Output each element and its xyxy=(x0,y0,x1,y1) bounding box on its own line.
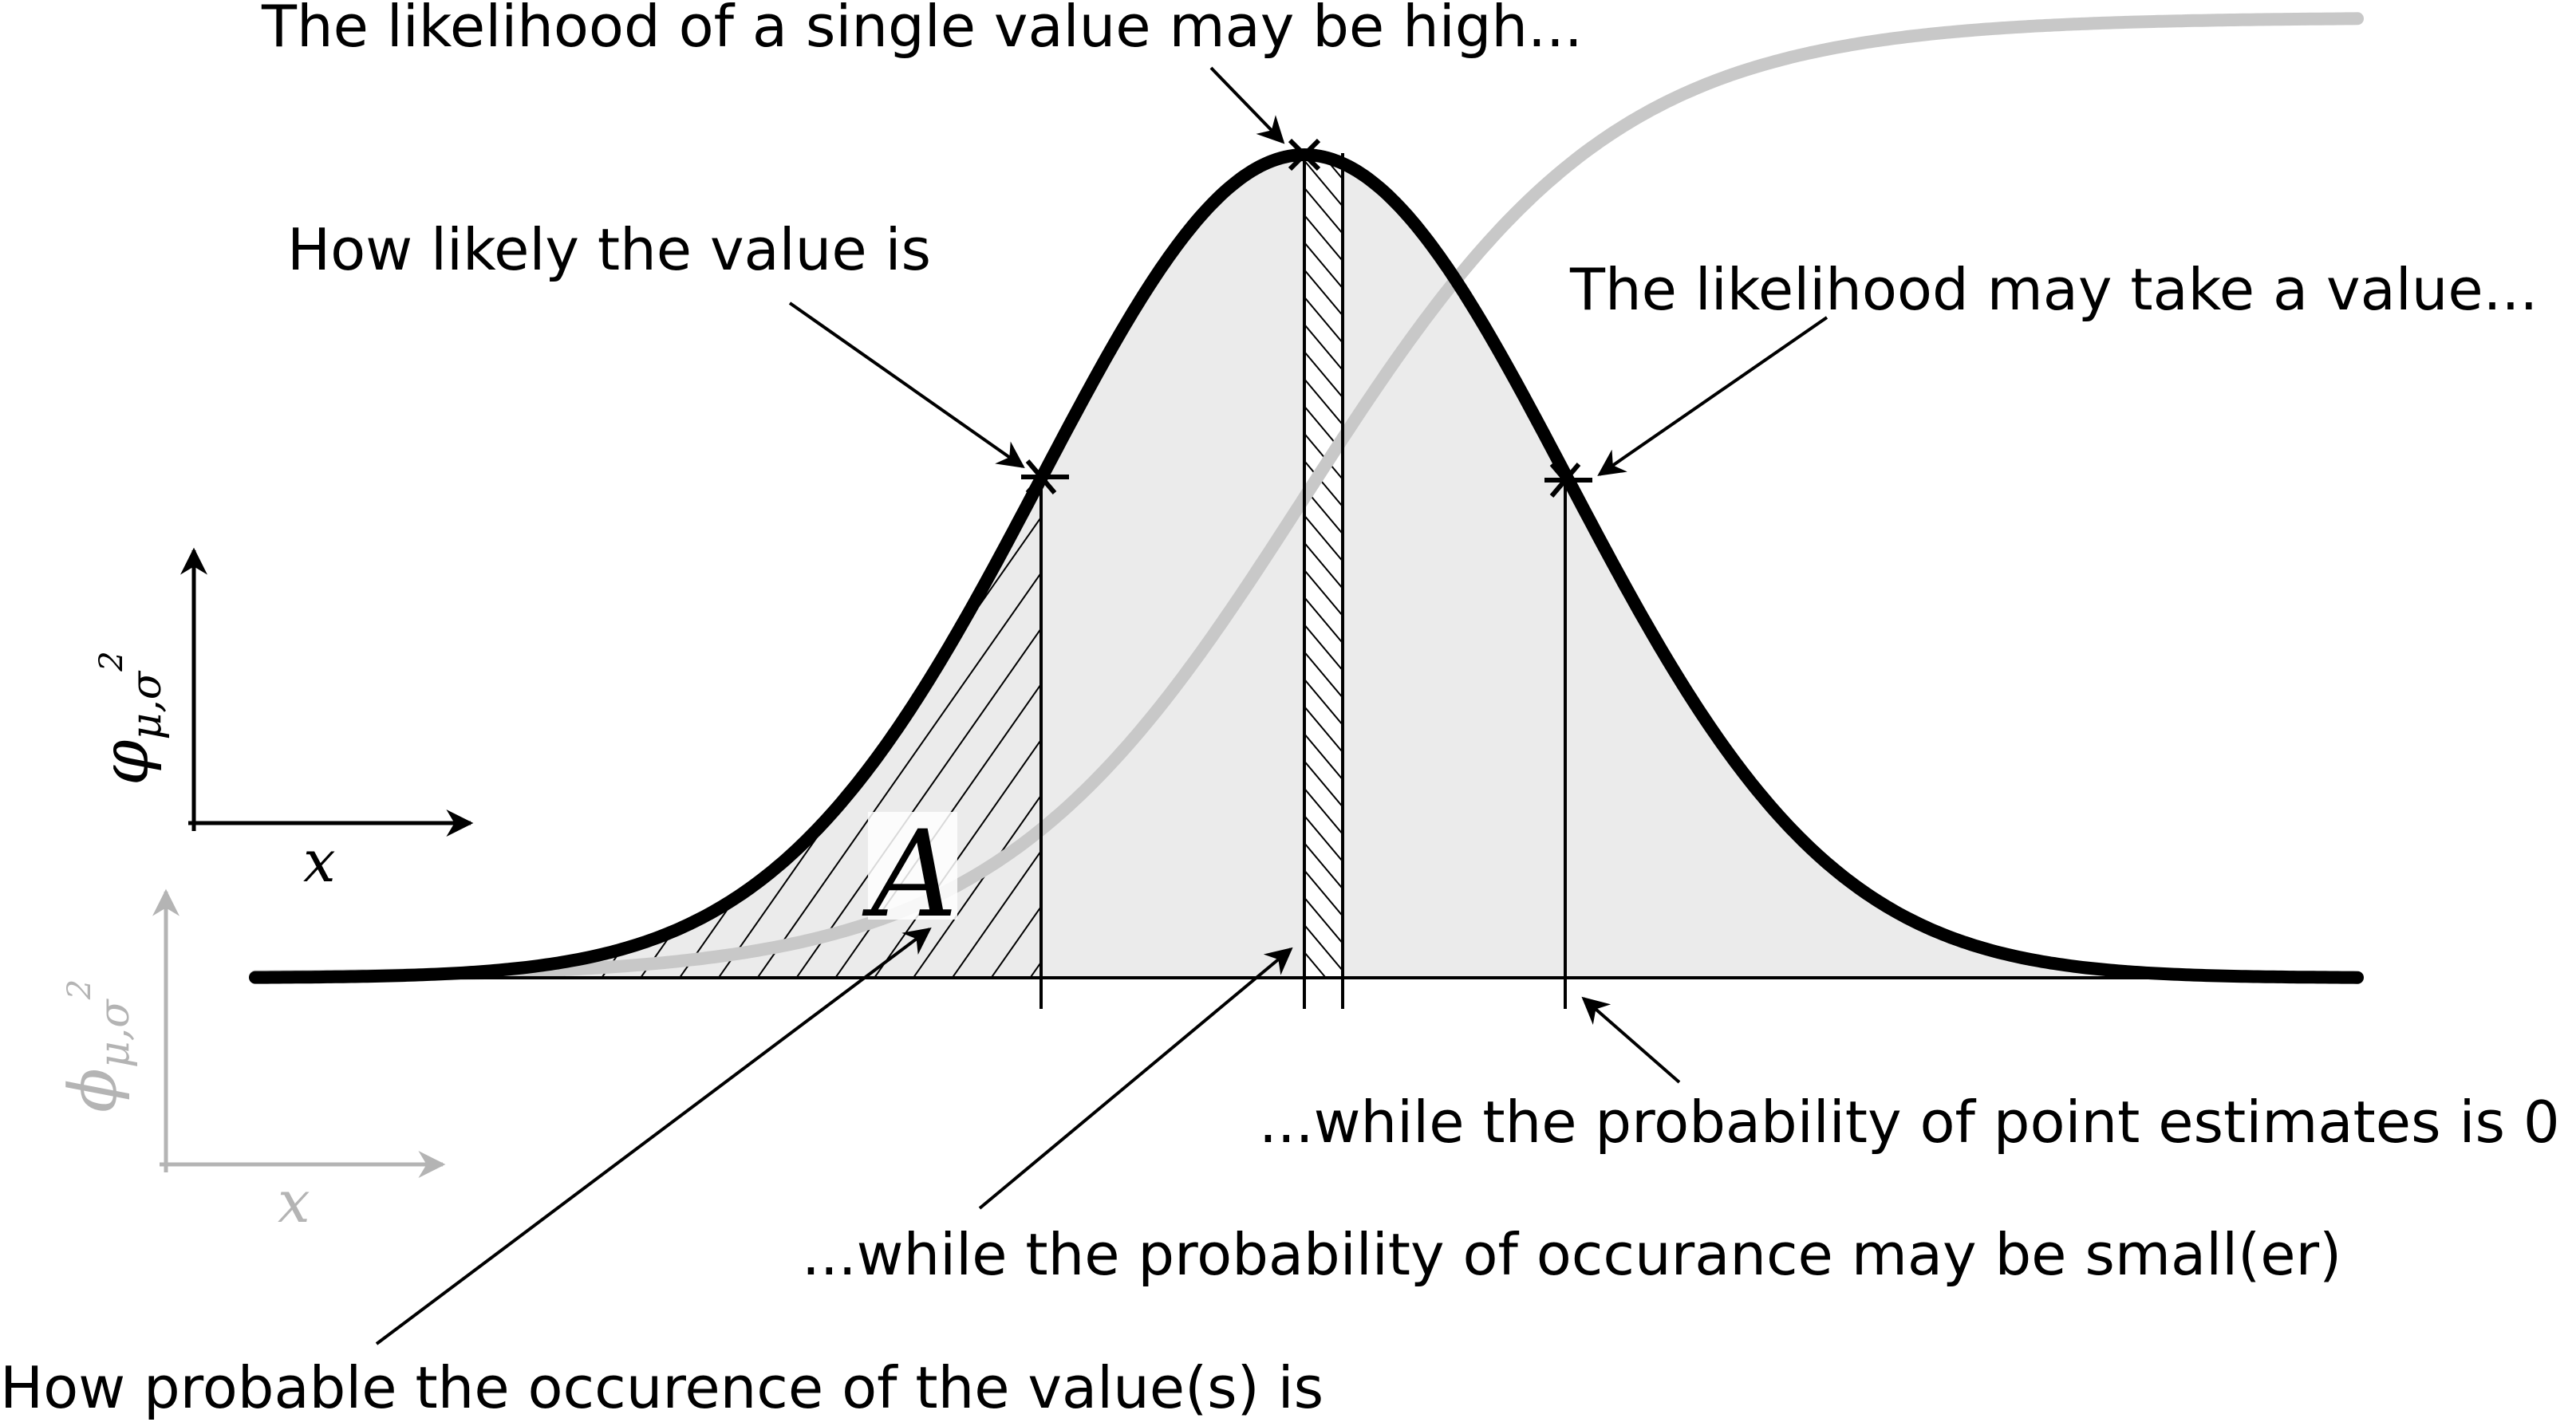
annotation-small: ...while the probability of occurance ma… xyxy=(802,1221,2341,1288)
cdf-axes: x ϕμ,σ2 xyxy=(56,888,446,1235)
arrow-small xyxy=(978,947,1293,1210)
pdf-x-axis-label: x xyxy=(303,828,336,895)
svg-text:φμ,σ2: φμ,σ2 xyxy=(88,651,171,786)
pdf-y-axis-label: φμ,σ2 xyxy=(88,651,171,786)
cdf-x-axis-label: x xyxy=(278,1168,310,1235)
normal-distribution-diagram: A x φμ,σ2 x ϕμ,σ2 The likelihood of a si… xyxy=(0,0,2560,1421)
annotation-top: The likelihood of a single value may be … xyxy=(261,0,1583,60)
annotation-right: The likelihood may take a value... xyxy=(1569,256,2538,323)
annotation-point-estimates: ...while the probability of point estima… xyxy=(1259,1089,2560,1156)
pdf-axes: x φμ,σ2 xyxy=(88,547,474,895)
cdf-y-axis-label: ϕμ,σ2 xyxy=(56,979,139,1113)
annotation-bottom: How probable the occurence of the value(… xyxy=(0,1354,1324,1421)
arrow-right xyxy=(1597,316,1828,476)
arrow-left xyxy=(788,301,1025,468)
svg-text:ϕμ,σ2: ϕμ,σ2 xyxy=(56,979,139,1113)
annotation-left: How likely the value is xyxy=(287,216,931,283)
arrow-top xyxy=(1209,66,1285,144)
arrow-point-estimates xyxy=(1581,996,1681,1084)
area-label: A xyxy=(862,806,957,944)
